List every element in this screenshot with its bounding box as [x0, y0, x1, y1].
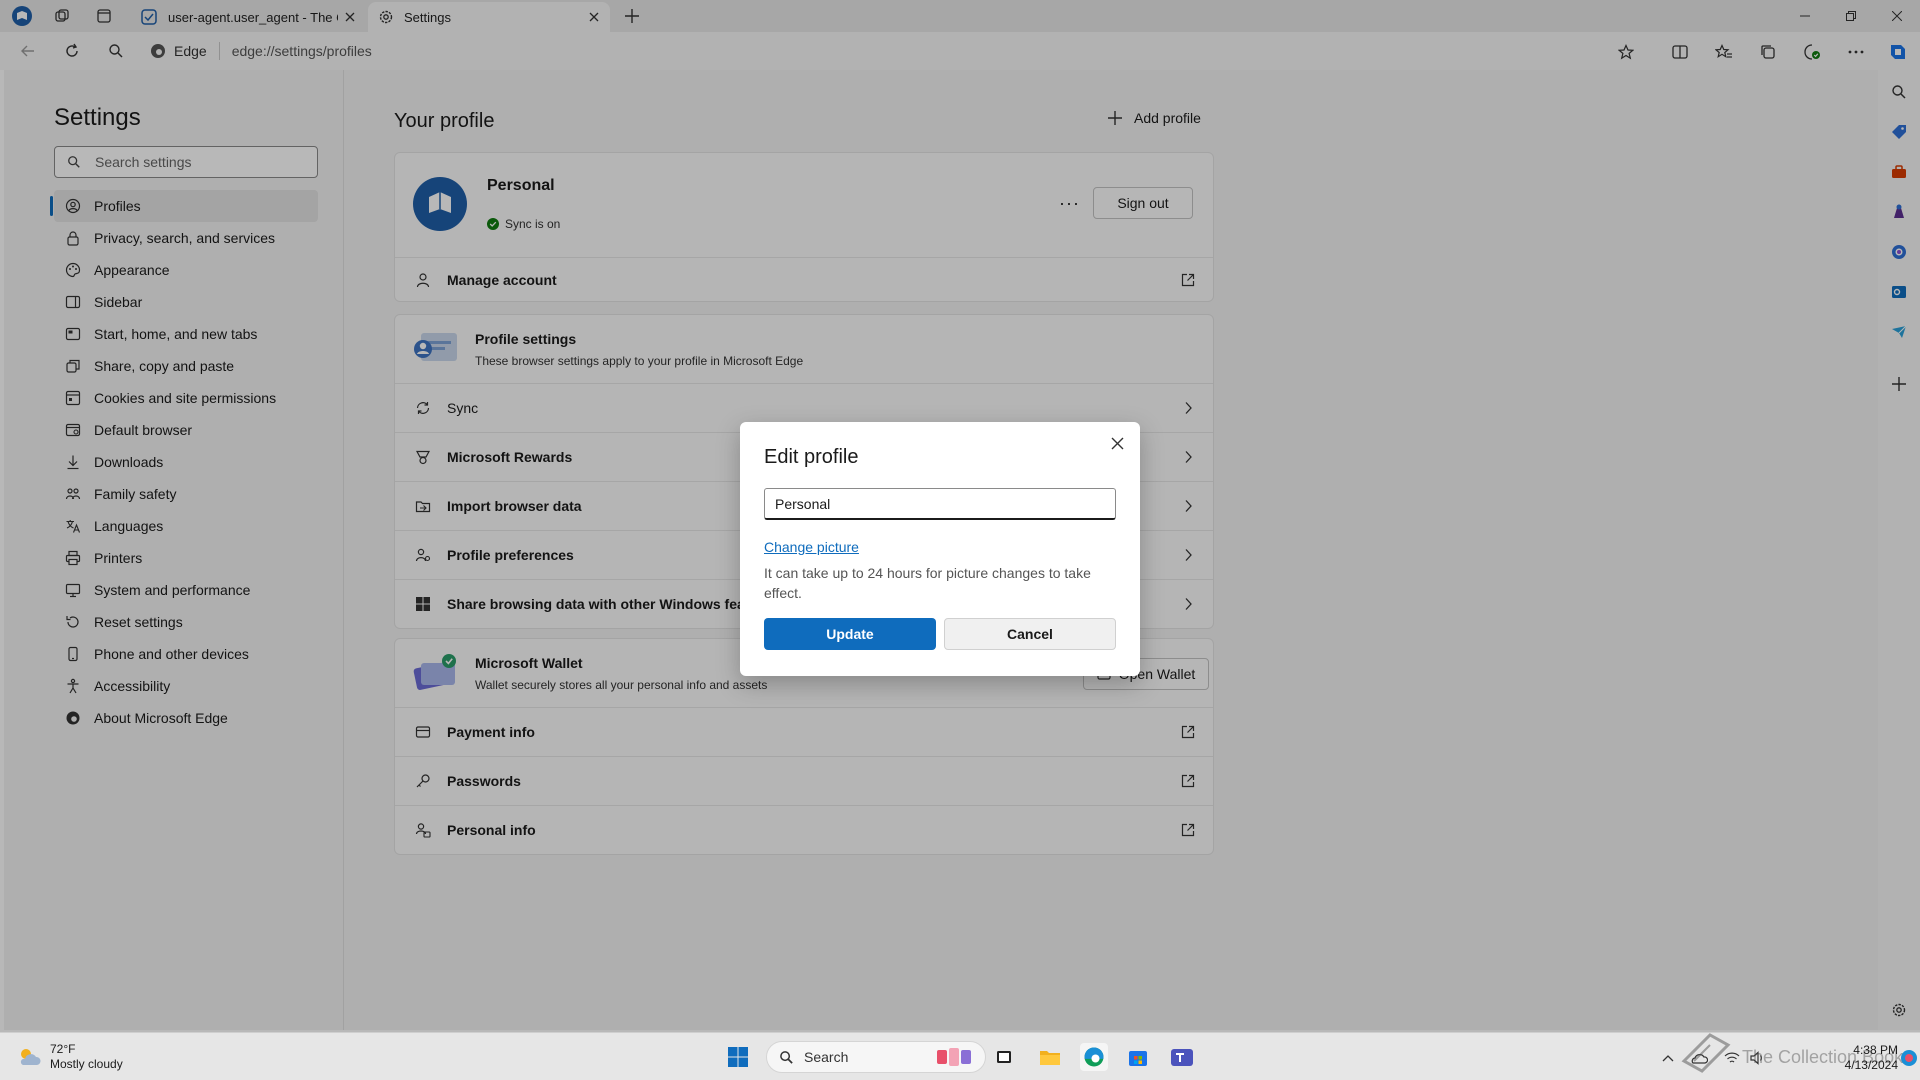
watermark-logo — [1681, 1033, 1731, 1073]
weather-temperature: 72°F — [50, 1042, 76, 1056]
edge-taskbar-icon[interactable] — [1080, 1043, 1108, 1071]
edit-profile-dialog: Edit profile Change picture It can take … — [740, 422, 1140, 676]
taskbar-search-label: Search — [804, 1049, 849, 1065]
change-picture-link[interactable]: Change picture — [764, 539, 859, 555]
start-button[interactable] — [724, 1043, 752, 1071]
picture-change-note: It can take up to 24 hours for picture c… — [764, 565, 1091, 601]
clock-time: 4:38 PM — [1853, 1043, 1898, 1057]
clock-date: 4/13/2024 — [1844, 1058, 1898, 1072]
search-icon — [780, 1050, 793, 1064]
copilot-tray-icon[interactable] — [1900, 1049, 1918, 1067]
store-icon[interactable] — [1124, 1043, 1152, 1071]
taskbar-search[interactable]: Search — [766, 1041, 986, 1073]
weather-widget[interactable]: 72°F Mostly cloudy — [16, 1042, 123, 1072]
clock[interactable]: 4:38 PM 4/13/2024 — [1845, 1043, 1898, 1073]
dialog-title: Edit profile — [764, 446, 859, 468]
update-button[interactable]: Update — [764, 618, 936, 650]
tray-chevron-up-icon[interactable] — [1662, 1054, 1674, 1062]
teams-icon[interactable] — [1168, 1043, 1196, 1071]
cloud-sun-icon — [20, 1049, 41, 1065]
file-explorer-icon[interactable] — [1036, 1043, 1064, 1071]
taskbar: 72°F Mostly cloudy Search The Collection… — [0, 1032, 1920, 1080]
weather-condition: Mostly cloudy — [50, 1057, 123, 1071]
close-icon[interactable] — [1106, 432, 1128, 454]
profile-name-field[interactable] — [764, 488, 1116, 520]
cancel-button[interactable]: Cancel — [944, 618, 1116, 650]
system-tray: The Collection Book 4:38 PM 4/13/2024 — [1660, 1033, 1920, 1075]
search-highlight-icon — [937, 1048, 971, 1066]
task-view-icon[interactable] — [990, 1043, 1018, 1071]
